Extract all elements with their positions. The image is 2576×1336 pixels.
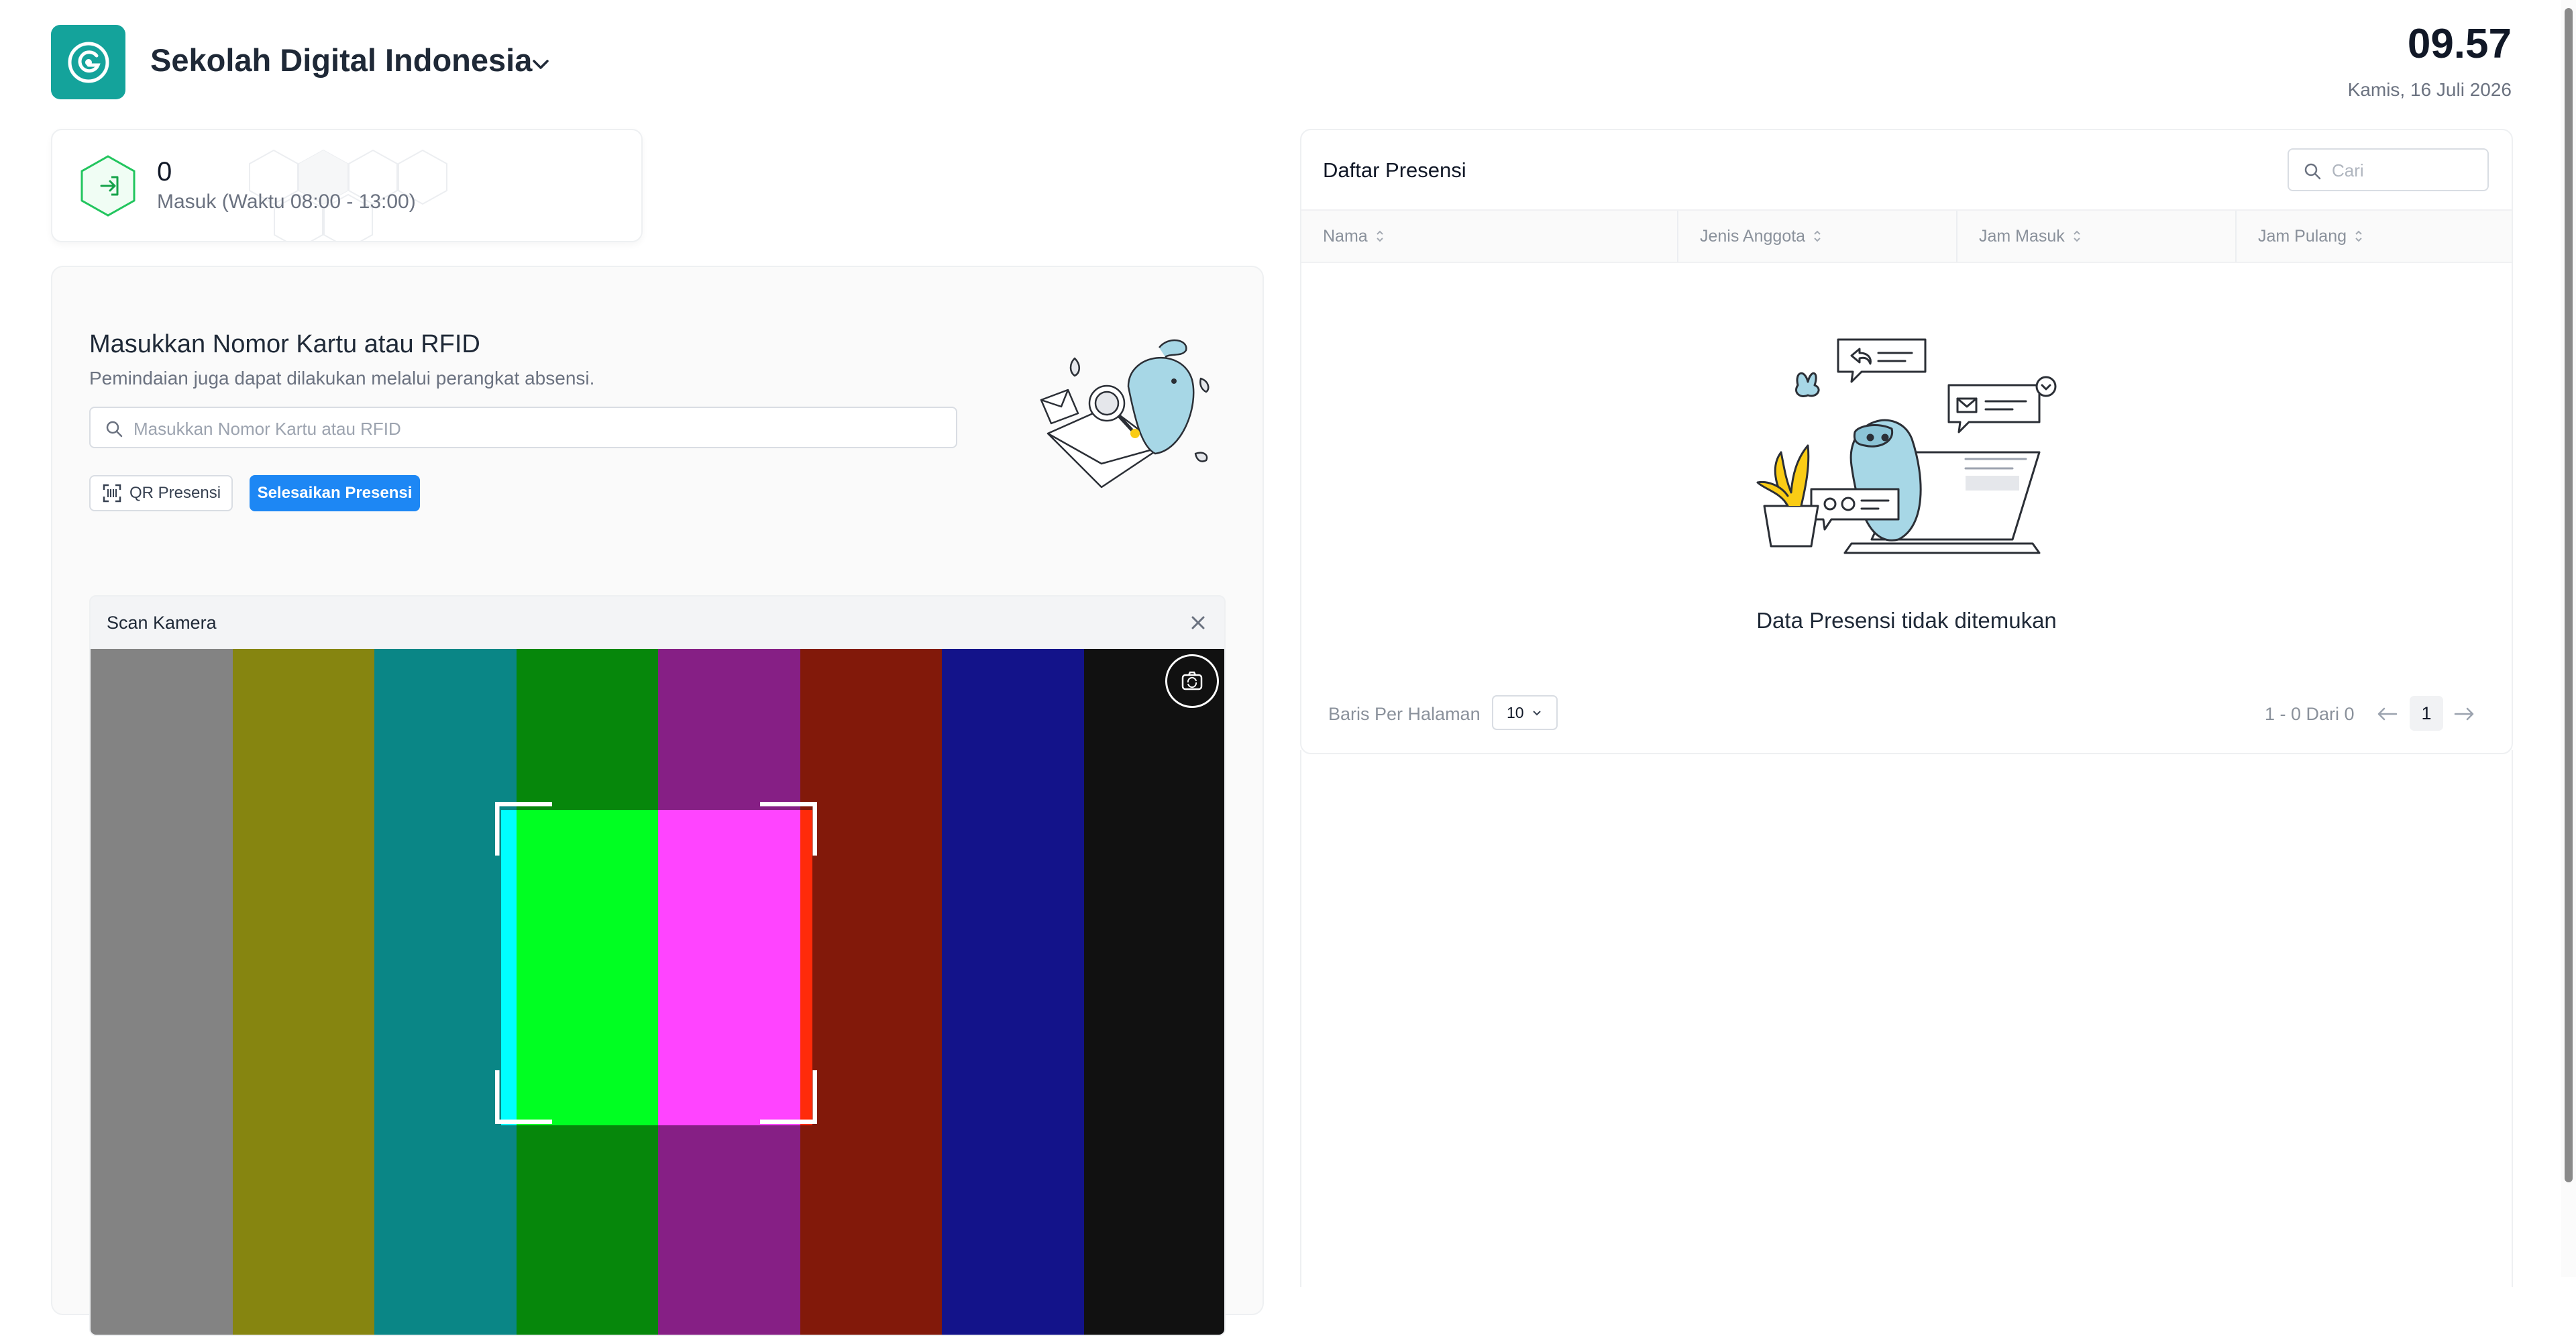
camera-switch-icon	[1181, 671, 1203, 690]
chevron-down-icon	[1532, 711, 1541, 716]
chevron-down-icon[interactable]	[527, 51, 554, 78]
check-in-stat-card: 0 Masuk (Waktu 08:00 - 13:00)	[51, 129, 643, 242]
column-header-name[interactable]: Nama	[1301, 211, 1677, 262]
attendance-list-title: Daftar Presensi	[1323, 158, 1466, 182]
column-header-check-out-label: Jam Pulang	[2258, 226, 2347, 246]
column-header-member-type[interactable]: Jenis Anggota	[1677, 211, 1956, 262]
color-bar-1	[91, 649, 233, 1335]
pagination-current-page[interactable]: 1	[2410, 696, 2443, 731]
sort-icon	[1376, 230, 1383, 242]
switch-camera-button[interactable]	[1165, 654, 1219, 708]
qr-scan-icon	[103, 484, 121, 503]
clock-time: 09.57	[2407, 21, 2512, 67]
camera-video-feed	[91, 649, 1224, 1335]
color-bar-2	[233, 649, 374, 1335]
empty-state-message: Data Presensi tidak ditemukan	[1756, 608, 2057, 633]
page-scrollbar-thumb[interactable]	[2565, 8, 2573, 1182]
check-in-label: Masuk (Waktu 08:00 - 13:00)	[157, 191, 416, 213]
empty-state-illustration	[1756, 338, 2057, 554]
card-number-input[interactable]	[132, 413, 940, 444]
input-panel-title: Masukkan Nomor Kartu atau RFID	[89, 330, 480, 358]
search-icon	[106, 421, 123, 438]
column-header-member-type-label: Jenis Anggota	[1700, 226, 1806, 246]
current-date: Kamis, 16 Juli 2026	[2347, 79, 2512, 100]
arrow-left-icon[interactable]	[2375, 702, 2399, 726]
search-icon	[2304, 163, 2321, 180]
color-bar-7	[942, 649, 1084, 1335]
sort-icon	[1814, 230, 1821, 242]
qr-presence-label: QR Presensi	[129, 484, 221, 502]
finish-presence-button[interactable]: Selesaikan Presensi	[250, 475, 420, 511]
attendance-search-field[interactable]	[2288, 148, 2489, 191]
attendance-table-header: Nama Jenis Anggota Jam Masuk Jam Pulang	[1301, 209, 2512, 263]
logo-mark-icon	[68, 42, 109, 83]
school-name[interactable]: Sekolah Digital Indonesia	[150, 42, 532, 79]
card-number-field[interactable]	[89, 407, 957, 448]
attendance-panel-background	[1300, 750, 2513, 1287]
camera-panel-title: Scan Kamera	[107, 613, 217, 633]
column-header-name-label: Nama	[1323, 226, 1368, 246]
sort-icon	[2355, 230, 2362, 242]
camera-scan-panel: Scan Kamera	[89, 595, 1226, 1336]
close-icon[interactable]	[1187, 611, 1210, 634]
input-panel-subtitle: Pemindaian juga dapat dilakukan melalui …	[89, 368, 595, 389]
check-in-count: 0	[157, 157, 172, 187]
mail-scan-illustration	[1040, 339, 1210, 489]
sort-icon	[2074, 230, 2080, 242]
attendance-list-panel: Daftar Presensi Nama Jenis Anggota Jam M…	[1300, 129, 2513, 754]
column-header-check-in-label: Jam Masuk	[1979, 226, 2065, 246]
rows-per-page-label: Baris Per Halaman	[1328, 704, 1481, 724]
column-header-check-out[interactable]: Jam Pulang	[2235, 211, 2512, 262]
card-input-panel: Masukkan Nomor Kartu atau RFID Pemindaia…	[51, 266, 1264, 1336]
scan-frame-corners	[495, 802, 817, 1124]
rows-per-page-select[interactable]: 10	[1492, 695, 1558, 730]
finish-presence-label: Selesaikan Presensi	[257, 484, 413, 502]
attendance-search-input[interactable]	[2330, 155, 2481, 186]
enter-hexagon-icon	[80, 155, 136, 217]
column-header-check-in[interactable]: Jam Masuk	[1956, 211, 2235, 262]
qr-presence-button[interactable]: QR Presensi	[89, 475, 233, 511]
app-logo	[51, 25, 125, 99]
arrow-right-icon[interactable]	[2453, 702, 2477, 726]
hexagon-pattern-decoration	[249, 149, 447, 241]
pagination-range: 1 - 0 Dari 0	[2265, 704, 2355, 724]
rows-per-page-value: 10	[1507, 703, 1524, 721]
color-bar-8	[1084, 649, 1224, 1335]
color-bar-6	[800, 649, 942, 1335]
